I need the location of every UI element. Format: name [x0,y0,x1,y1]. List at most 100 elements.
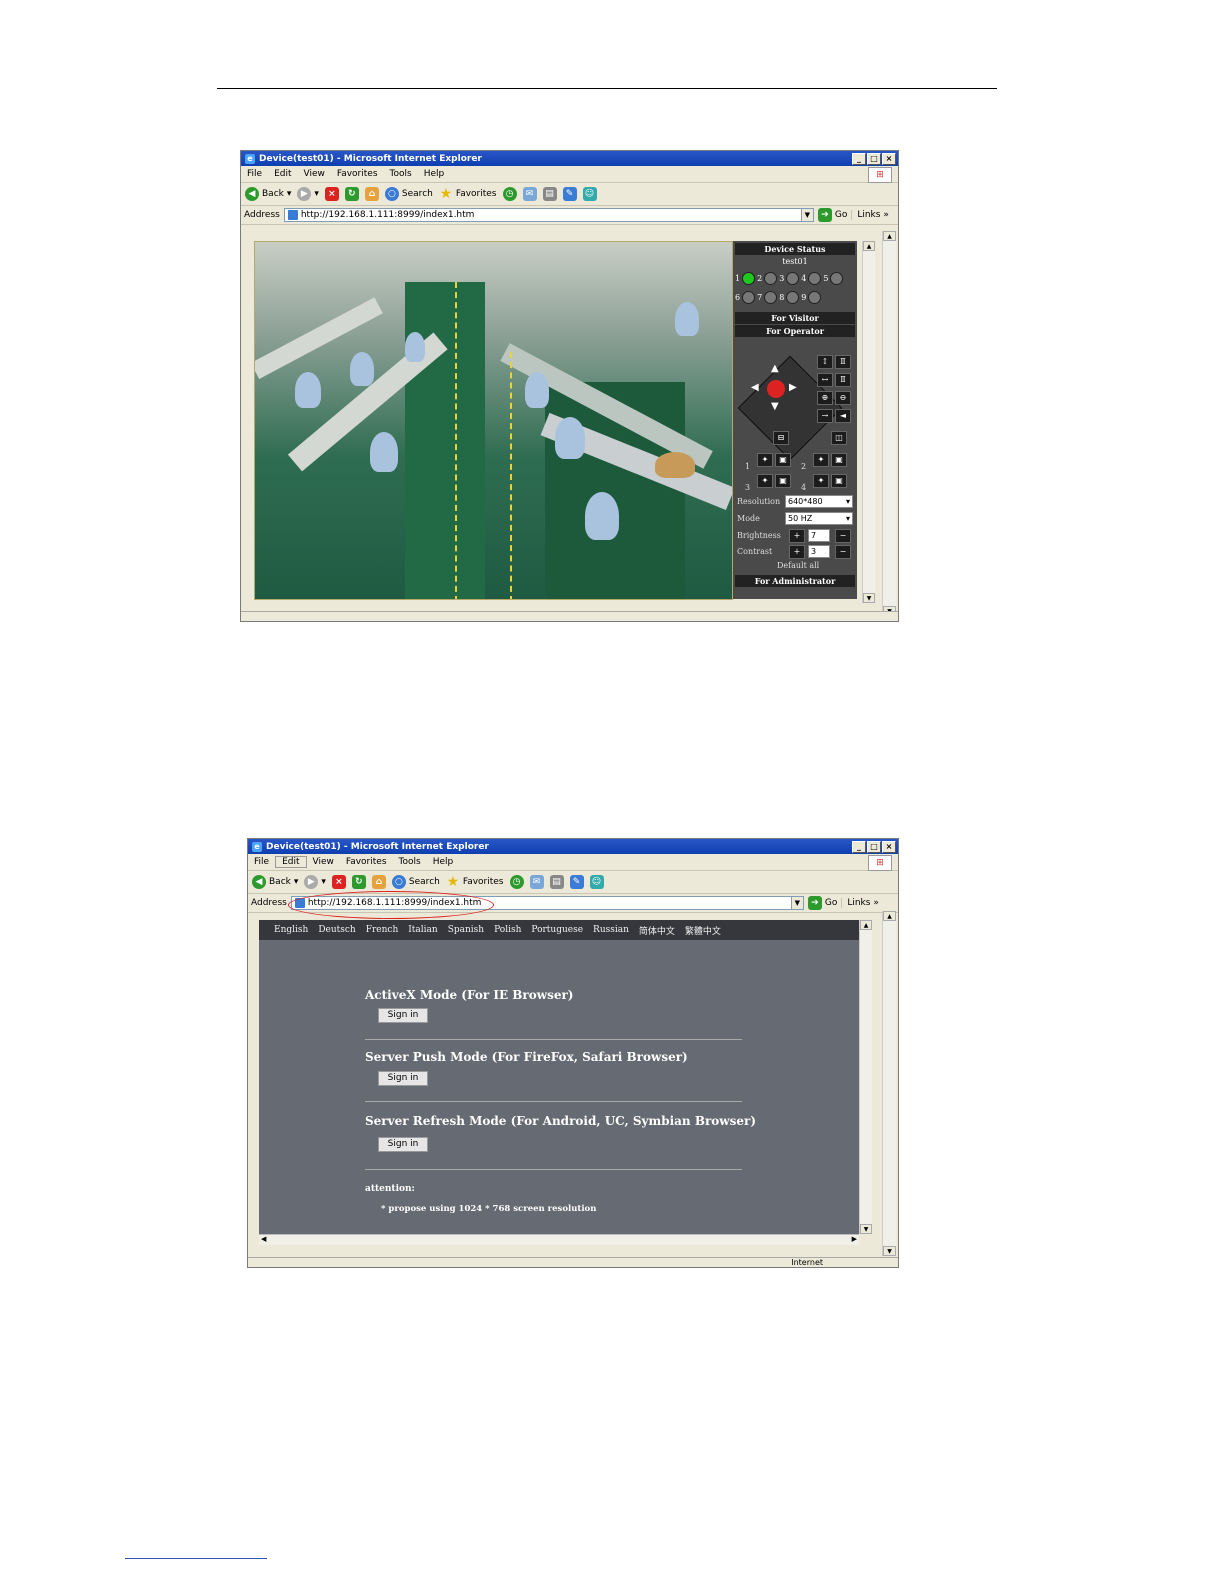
print-icon[interactable]: ▤ [549,875,564,889]
scroll-down-icon[interactable]: ▼ [860,1224,872,1234]
minimize-button[interactable]: _ [852,841,866,853]
channel-led[interactable] [808,272,822,285]
preset-goto-button[interactable]: ✦ [757,474,773,488]
stop-icon[interactable]: × [331,875,346,889]
preset-save-button[interactable]: ▣ [831,453,847,467]
back-button[interactable]: ◀ Back ▾ [252,875,298,889]
favorites-button[interactable]: ★ Favorites [446,875,504,889]
preset-save-button[interactable]: ▣ [831,474,847,488]
preset-save-button[interactable]: ▣ [775,474,791,488]
vertical-scrollbar[interactable]: ▲ ▼ [862,241,875,603]
inner-vertical-scrollbar[interactable]: ▲ ▼ [859,920,872,1234]
scroll-up-icon[interactable]: ▲ [883,231,896,241]
channel-led[interactable] [830,272,844,285]
links-button[interactable]: Links » [841,898,879,908]
menu-view[interactable]: View [298,169,331,179]
zoom-out-button[interactable]: ⊖ [835,391,851,405]
scroll-down-icon[interactable]: ▼ [883,1246,896,1256]
mirror-button[interactable]: ◫ [831,431,847,445]
forward-button[interactable]: ▶ ▾ [297,187,319,201]
history-icon[interactable]: ◷ [502,187,517,201]
brightness-plus-button[interactable]: + [789,529,805,543]
lang-italian[interactable]: Italian [408,925,437,935]
ptz-center-button[interactable] [767,380,785,398]
menu-edit[interactable]: Edit [268,169,297,179]
lang-simplified-chinese[interactable]: 简体中文 [639,924,675,937]
refresh-icon[interactable]: ↻ [351,875,366,889]
edit-icon[interactable]: ✎ [562,187,577,201]
menu-view[interactable]: View [307,857,340,867]
go-button[interactable]: ➔ Go [807,896,837,910]
maximize-button[interactable]: □ [867,153,881,165]
lang-english[interactable]: English [274,925,308,935]
lang-french[interactable]: French [366,925,399,935]
brightness-minus-button[interactable]: − [835,529,851,543]
channel-led[interactable] [742,272,756,285]
lang-polish[interactable]: Polish [494,925,521,935]
channel-led[interactable] [742,291,756,304]
lang-deutsch[interactable]: Deutsch [318,925,355,935]
scroll-up-icon[interactable]: ▲ [863,241,875,251]
search-button[interactable]: ○ Search [384,187,433,201]
flip-button[interactable]: ⊟ [773,431,789,445]
outer-vertical-scrollbar[interactable]: ▲ ▼ [882,911,896,1256]
scroll-left-icon[interactable]: ◀ [261,1235,266,1243]
menu-file[interactable]: File [248,857,275,867]
right-arrow-icon[interactable]: ▶ [789,382,797,393]
menu-tools[interactable]: Tools [393,857,427,867]
menu-help[interactable]: Help [427,857,460,867]
close-button[interactable]: × [882,153,896,165]
contrast-plus-button[interactable]: + [789,545,805,559]
lang-spanish[interactable]: Spanish [448,925,484,935]
favorites-button[interactable]: ★ Favorites [439,187,497,201]
menu-edit[interactable]: Edit [275,856,307,868]
channel-led[interactable] [764,272,778,285]
messenger-icon[interactable]: ☺ [589,875,604,889]
ptz-direction-pad[interactable] [737,355,843,461]
address-dropdown-icon[interactable]: ▼ [800,209,813,221]
preset-goto-button[interactable]: ✦ [813,453,829,467]
horizontal-scrollbar[interactable]: ◀ ▶ [259,1234,859,1245]
for-visitor-header[interactable]: For Visitor [735,312,855,324]
io-on-button[interactable]: → [817,409,833,423]
print-icon[interactable]: ▤ [542,187,557,201]
zoom-in-button[interactable]: ⊕ [817,391,833,405]
forward-button[interactable]: ▶ ▾ [304,875,326,889]
lang-traditional-chinese[interactable]: 繁體中文 [685,924,721,937]
scroll-down-icon[interactable]: ▼ [863,593,875,603]
menu-favorites[interactable]: Favorites [340,857,393,867]
address-dropdown-icon[interactable]: ▼ [790,897,803,909]
stop-icon[interactable]: × [324,187,339,201]
maximize-button[interactable]: □ [867,841,881,853]
channel-led[interactable] [764,291,778,304]
home-icon[interactable]: ⌂ [364,187,379,201]
mode-select[interactable]: 50 HZ ▾ [785,512,853,525]
scroll-right-icon[interactable]: ▶ [852,1235,857,1243]
go-button[interactable]: ➔ Go [817,208,847,222]
preset-goto-button[interactable]: ✦ [757,453,773,467]
stop-patrol-button[interactable]: Ⅱ [835,355,851,369]
stop-pan-button[interactable]: Ⅱ [835,373,851,387]
brightness-value[interactable]: 7 [808,529,830,542]
for-operator-header[interactable]: For Operator [735,325,855,337]
close-button[interactable]: × [882,841,896,853]
address-field[interactable]: http://192.168.1.111:8999/index1.htm ▼ [283,208,814,222]
default-all-link[interactable]: Default all [777,561,819,570]
channel-led[interactable] [786,272,800,285]
activex-sign-in-button[interactable]: Sign in [378,1008,428,1023]
pan-patrol-button[interactable]: ↔ [817,373,833,387]
scroll-up-icon[interactable]: ▲ [860,920,872,930]
for-administrator-header[interactable]: For Administrator [735,575,855,587]
mail-icon[interactable]: ✉ [529,875,544,889]
menu-help[interactable]: Help [418,169,451,179]
history-icon[interactable]: ◷ [509,875,524,889]
tilt-patrol-button[interactable]: ↕ [817,355,833,369]
server-refresh-sign-in-button[interactable]: Sign in [378,1137,428,1152]
contrast-value[interactable]: 3 [808,545,830,558]
preset-save-button[interactable]: ▣ [775,453,791,467]
edit-icon[interactable]: ✎ [569,875,584,889]
home-icon[interactable]: ⌂ [371,875,386,889]
lang-russian[interactable]: Russian [593,925,629,935]
up-arrow-icon[interactable]: ▲ [771,363,779,374]
contrast-minus-button[interactable]: − [835,545,851,559]
